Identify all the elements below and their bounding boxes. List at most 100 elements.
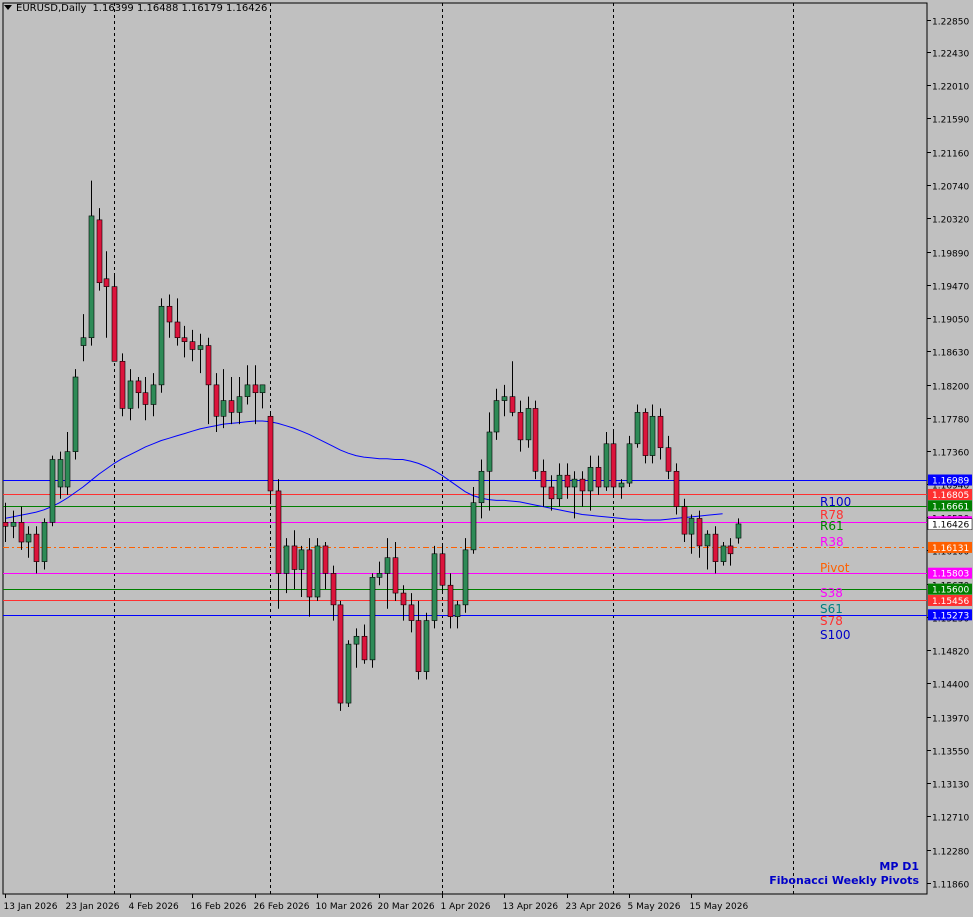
candle-body bbox=[610, 443, 617, 488]
candle bbox=[408, 593, 415, 633]
y-tick-label: 1.19470 bbox=[932, 283, 969, 293]
candle bbox=[439, 545, 446, 594]
candle-body bbox=[649, 415, 656, 456]
candle-body bbox=[571, 478, 578, 488]
candle-body bbox=[306, 549, 313, 598]
candle bbox=[181, 325, 188, 358]
candle-body bbox=[135, 380, 142, 394]
candle-body bbox=[283, 545, 290, 574]
candle bbox=[57, 451, 64, 499]
candle bbox=[384, 538, 391, 609]
y-tick-label: 1.13970 bbox=[932, 715, 969, 725]
current-price-label: 1.16426 bbox=[932, 521, 969, 531]
y-tick-label: 1.20320 bbox=[932, 216, 969, 226]
candle-body bbox=[337, 604, 344, 704]
candle-body bbox=[595, 467, 602, 488]
candle bbox=[220, 369, 227, 429]
candle bbox=[415, 600, 422, 680]
x-tick-label: 5 May 2026 bbox=[628, 902, 681, 912]
candle-body bbox=[493, 400, 500, 433]
candle-body bbox=[2, 522, 9, 527]
candle-body bbox=[454, 604, 461, 617]
candle bbox=[657, 408, 664, 460]
candle bbox=[10, 510, 17, 539]
x-tick-label: 16 Feb 2026 bbox=[191, 902, 247, 912]
candle-body bbox=[197, 345, 204, 350]
candle-body bbox=[532, 408, 539, 472]
candle bbox=[337, 600, 344, 711]
y-tick-label: 1.22430 bbox=[932, 50, 969, 60]
candle-body bbox=[470, 502, 477, 551]
candle bbox=[423, 612, 430, 680]
candle bbox=[197, 333, 204, 374]
candle-body bbox=[704, 533, 711, 547]
candle-body bbox=[228, 400, 235, 413]
x-tick-label: 23 Apr 2026 bbox=[566, 902, 622, 912]
candle-body bbox=[369, 577, 376, 661]
candle-body bbox=[267, 415, 274, 492]
candle-body bbox=[431, 553, 438, 621]
price-chart[interactable]: R100R78R61R38PivotS38S61S78S1001.228501.… bbox=[0, 0, 973, 917]
candle-body bbox=[392, 557, 399, 594]
candle bbox=[447, 573, 454, 629]
candle-body bbox=[579, 478, 586, 492]
candle-body bbox=[25, 533, 32, 543]
candle-body bbox=[688, 518, 695, 535]
candle bbox=[454, 600, 461, 629]
candle-body bbox=[298, 549, 305, 570]
candle bbox=[306, 538, 313, 617]
candle-body bbox=[486, 431, 493, 472]
candle-body bbox=[252, 384, 259, 394]
candle bbox=[665, 435, 672, 480]
candle-body bbox=[548, 486, 555, 500]
y-tick-label: 1.17360 bbox=[932, 449, 969, 459]
candle-body bbox=[439, 553, 446, 586]
candle bbox=[244, 365, 251, 405]
candle bbox=[228, 377, 235, 425]
chart-menu-triangle-icon[interactable] bbox=[4, 5, 12, 10]
price-tag-label-s38: 1.15803 bbox=[932, 570, 969, 580]
candle-body bbox=[696, 518, 703, 547]
x-tick-label: 4 Feb 2026 bbox=[129, 902, 180, 912]
candle-body bbox=[712, 533, 719, 562]
candle bbox=[564, 463, 571, 499]
candle bbox=[64, 432, 71, 495]
candle bbox=[345, 640, 352, 707]
candle bbox=[493, 388, 500, 440]
price-tag-label-s100: 1.15273 bbox=[932, 611, 969, 621]
candle bbox=[213, 373, 220, 432]
candle bbox=[369, 573, 376, 668]
candle-body bbox=[376, 573, 383, 578]
candle bbox=[727, 538, 734, 566]
candle-body bbox=[80, 337, 87, 346]
candle bbox=[517, 400, 524, 452]
candle bbox=[49, 455, 56, 527]
pivot-name-r61: R61 bbox=[820, 519, 844, 533]
candle bbox=[712, 526, 719, 574]
candle bbox=[205, 337, 212, 425]
candle bbox=[189, 329, 196, 362]
x-tick-label: 15 May 2026 bbox=[690, 902, 749, 912]
candle-body bbox=[174, 321, 181, 339]
candle bbox=[158, 298, 165, 393]
candle-body bbox=[673, 470, 680, 507]
y-tick-label: 1.19050 bbox=[932, 316, 969, 326]
candle bbox=[603, 432, 610, 491]
candle bbox=[236, 377, 243, 425]
candle bbox=[376, 561, 383, 586]
candle bbox=[556, 463, 563, 507]
candle-body bbox=[681, 506, 688, 535]
candle-body bbox=[642, 412, 649, 456]
candle-body bbox=[181, 337, 188, 342]
pivot-name-s100: S100 bbox=[820, 628, 851, 642]
candle-body bbox=[626, 443, 633, 484]
candle-body bbox=[330, 573, 337, 606]
candle-body bbox=[517, 412, 524, 441]
price-tag-label-s78: 1.15456 bbox=[932, 597, 969, 607]
candle bbox=[353, 628, 360, 668]
y-tick-label: 1.11860 bbox=[932, 881, 969, 891]
candle bbox=[80, 314, 87, 362]
y-tick-label: 1.12280 bbox=[932, 848, 969, 858]
candle-body bbox=[353, 635, 360, 645]
candle-body bbox=[41, 522, 48, 562]
